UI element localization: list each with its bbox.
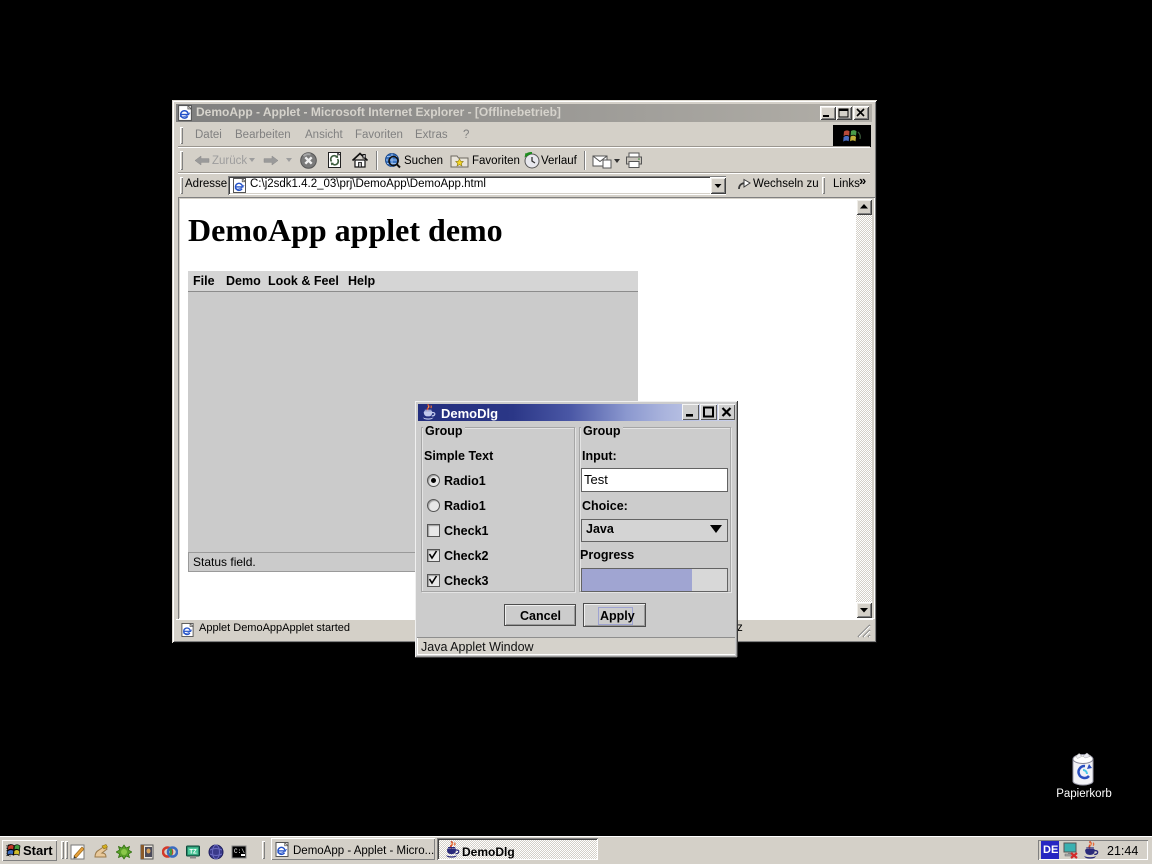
svg-text:C:\: C:\	[234, 848, 245, 855]
svg-text:TZ: TZ	[189, 850, 197, 856]
